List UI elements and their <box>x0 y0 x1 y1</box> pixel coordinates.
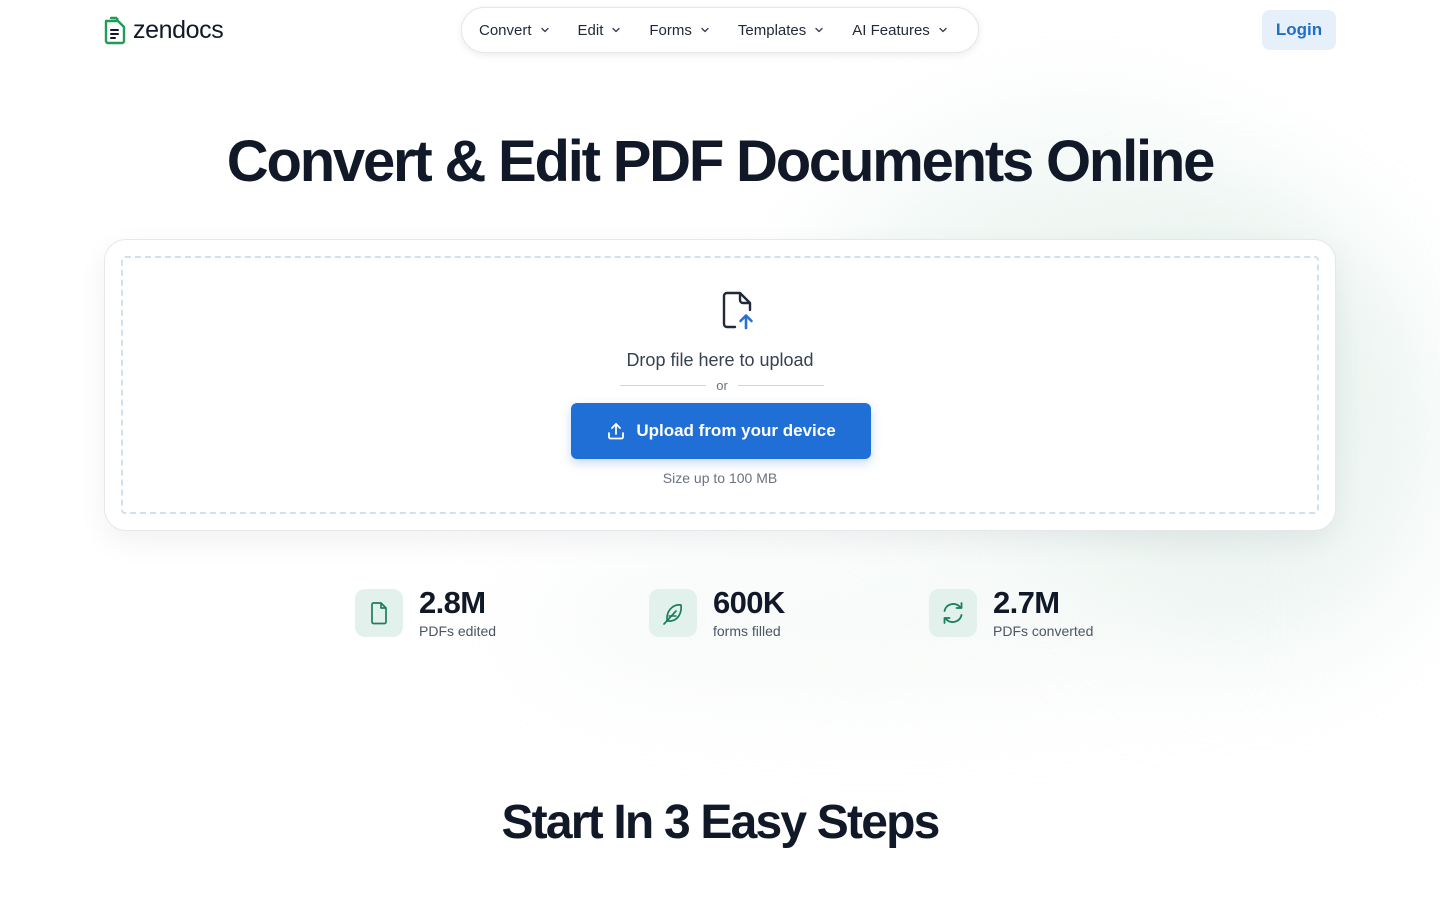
nav-item-label: Edit <box>577 21 604 39</box>
nav-item-convert[interactable]: Convert <box>479 22 550 39</box>
stat-value: 2.7M <box>993 585 1060 620</box>
stat-pdfs-edited: 2.8M PDFs edited <box>355 585 497 639</box>
page-title: Convert & Edit PDF Documents Online <box>226 129 1216 194</box>
file-upload-icon <box>722 291 753 330</box>
stat-icon-box <box>649 589 697 637</box>
brand-logo-link[interactable]: zendocs <box>103 15 224 45</box>
upload-card: Drop file here to upload or Upload from … <box>104 239 1336 531</box>
size-limit-note: Size up to 100 MB <box>662 470 778 486</box>
nav-item-forms[interactable]: Forms <box>649 22 710 39</box>
nav-item-label: AI Features <box>852 21 930 39</box>
file-dropzone[interactable]: Drop file here to upload or Upload from … <box>121 256 1319 514</box>
steps-section-title: Start In 3 Easy Steps <box>501 796 940 849</box>
divider-line <box>620 384 706 386</box>
nav-item-templates[interactable]: Templates <box>738 22 824 39</box>
file-icon <box>371 602 387 625</box>
stat-icon-box <box>355 589 403 637</box>
nav-item-label: Forms <box>649 21 692 39</box>
stat-text: 2.8M PDFs edited <box>419 585 497 639</box>
main-nav: Convert Edit Forms Templates AI Features <box>461 7 979 53</box>
stat-value: 2.8M <box>419 585 486 620</box>
stat-text: 600K forms filled <box>713 585 785 639</box>
stat-label: PDFs converted <box>993 623 1094 639</box>
nav-item-ai-features[interactable]: AI Features <box>852 22 948 39</box>
stat-text: 2.7M PDFs converted <box>993 585 1094 639</box>
nav-item-label: Templates <box>737 21 807 39</box>
login-button[interactable]: Login <box>1262 10 1336 50</box>
stat-label: PDFs edited <box>419 623 497 639</box>
background-glow <box>520 560 1220 680</box>
stat-value: 600K <box>713 585 785 620</box>
upload-icon <box>608 423 625 440</box>
brand-name: zendocs <box>133 16 224 44</box>
stat-label: forms filled <box>713 623 781 639</box>
or-text: or <box>716 377 728 393</box>
chevron-down-icon <box>540 27 549 33</box>
feather-pen-icon <box>663 604 682 625</box>
or-divider: or <box>620 376 824 394</box>
site-header: zendocs Convert Edit Forms Templates AI … <box>0 0 1440 62</box>
page: zendocs Convert Edit Forms Templates AI … <box>0 0 1440 900</box>
chevron-down-icon <box>612 27 621 33</box>
stat-pdfs-converted: 2.7M PDFs converted <box>929 585 1094 639</box>
chevron-down-icon <box>701 27 709 33</box>
refresh-convert-icon <box>943 602 963 624</box>
drop-instructions: Drop file here to upload <box>626 350 814 370</box>
document-logo-icon <box>104 16 126 45</box>
chevron-down-icon <box>939 27 947 33</box>
divider-line <box>738 384 824 386</box>
stat-icon-box <box>929 589 977 637</box>
chevron-down-icon <box>815 27 823 33</box>
nav-item-label: Convert <box>479 21 532 39</box>
stat-forms-filled: 600K forms filled <box>649 585 785 639</box>
upload-button-label: Upload from your device <box>636 421 836 440</box>
upload-from-device-button[interactable]: Upload from your device <box>571 403 871 459</box>
nav-item-edit[interactable]: Edit <box>578 22 622 39</box>
